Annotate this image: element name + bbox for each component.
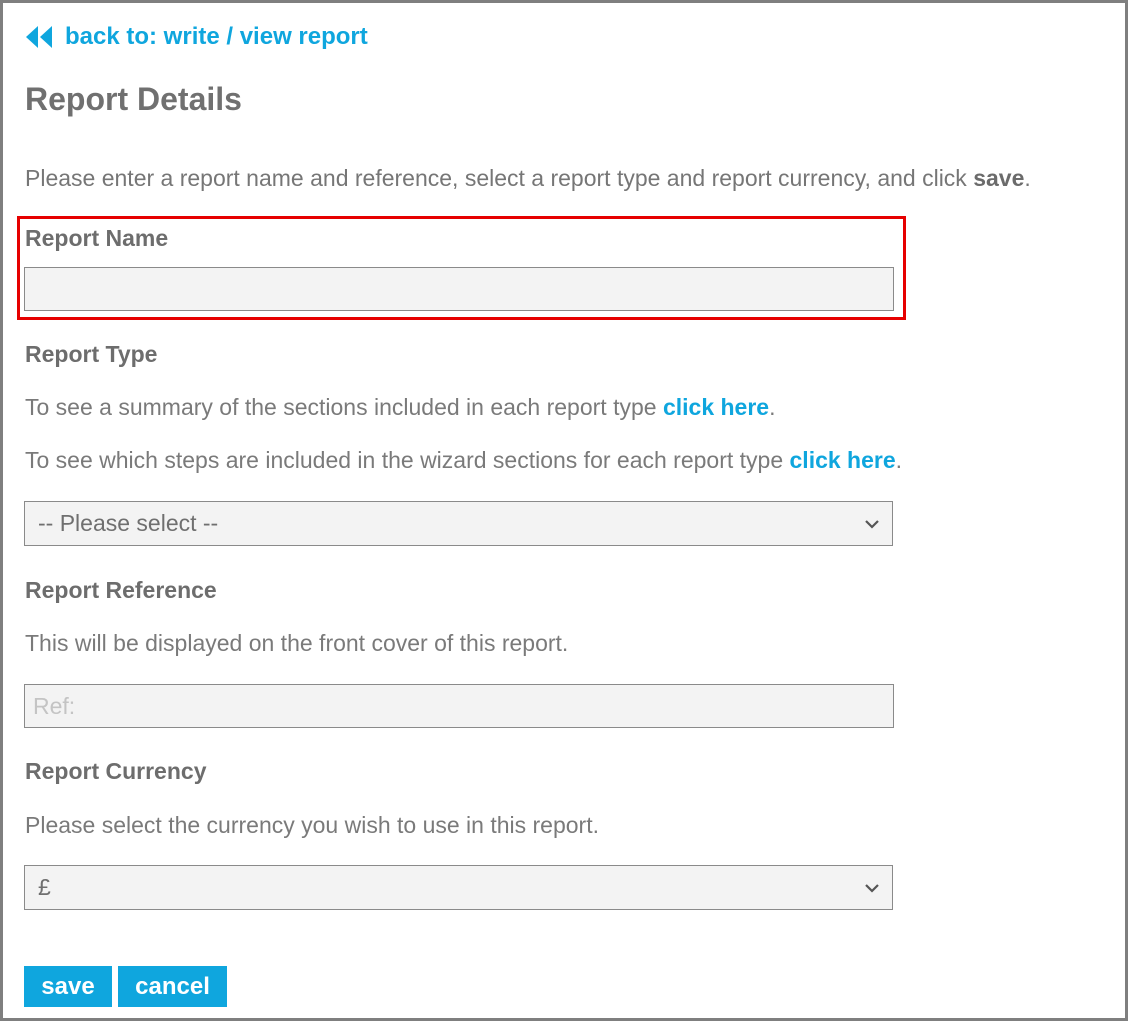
report-name-input[interactable] — [24, 267, 894, 311]
report-currency-help: Please select the currency you wish to u… — [25, 812, 600, 838]
save-button[interactable]: save — [24, 966, 112, 1007]
report-reference-input[interactable] — [24, 684, 894, 728]
report-reference-help: This will be displayed on the front cove… — [25, 630, 569, 656]
back-link[interactable]: back to: write / view report — [25, 23, 368, 51]
report-currency-select[interactable]: £ — [24, 865, 893, 910]
report-name-label: Report Name — [25, 225, 169, 251]
report-details-panel: back to: write / view report Report Deta… — [0, 0, 1128, 1021]
page-title: Report Details — [25, 81, 242, 117]
report-type-select[interactable]: -- Please select -- — [24, 501, 893, 546]
report-type-summary-text: To see a summary of the sections include… — [25, 394, 775, 421]
wizard-text-end: . — [895, 447, 903, 473]
intro-text-main: Please enter a report name and reference… — [25, 165, 974, 191]
summary-text: To see a summary of the sections include… — [25, 394, 663, 420]
report-reference-label: Report Reference — [25, 577, 217, 603]
intro-text: Please enter a report name and reference… — [25, 165, 1031, 192]
intro-text-end: . — [1024, 165, 1031, 191]
back-link-label: back to: write / view report — [65, 23, 368, 50]
report-type-wizard-text: To see which steps are included in the w… — [25, 447, 902, 474]
wizard-text: To see which steps are included in the w… — [25, 447, 790, 473]
summary-click-here-link[interactable]: click here — [663, 394, 769, 420]
report-type-selected-value: -- Please select -- — [38, 510, 219, 536]
chevron-down-icon — [865, 883, 879, 893]
report-type-label: Report Type — [25, 341, 158, 367]
double-chevron-left-icon — [26, 26, 52, 48]
report-currency-label: Report Currency — [25, 758, 207, 784]
wizard-click-here-link[interactable]: click here — [790, 447, 896, 473]
summary-text-end: . — [769, 394, 776, 420]
report-currency-selected-value: £ — [38, 874, 51, 900]
cancel-button[interactable]: cancel — [118, 966, 227, 1007]
chevron-down-icon — [865, 519, 879, 529]
intro-text-save: save — [973, 165, 1025, 191]
